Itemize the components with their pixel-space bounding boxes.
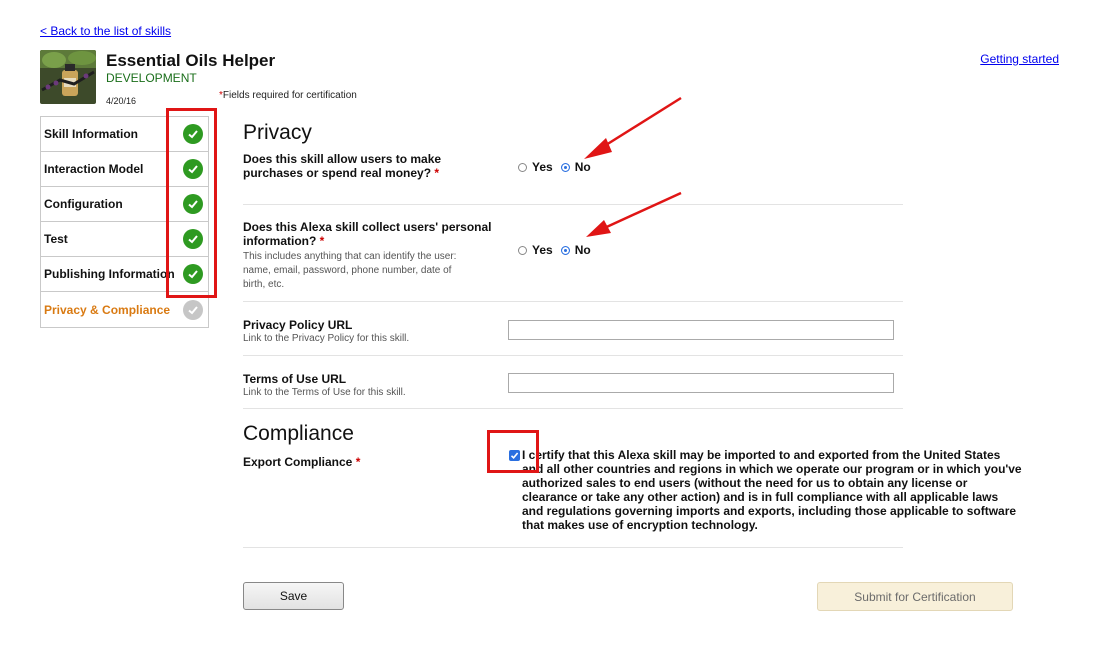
question-line: information? * xyxy=(243,234,325,248)
compliance-section-title: Compliance xyxy=(243,422,354,445)
compliance-line: that makes use of encryption technology. xyxy=(522,518,758,532)
export-compliance-text: I certify that this Alexa skill may be i… xyxy=(522,448,1042,532)
skill-date: 4/20/16 xyxy=(106,96,137,106)
sidebar-item-label: Publishing Information xyxy=(44,267,175,281)
help-line: This includes anything that can identify… xyxy=(243,251,457,262)
required-note-text: Fields required for certification xyxy=(222,90,357,101)
save-button[interactable]: Save xyxy=(243,582,344,610)
skill-name: Essential Oils Helper xyxy=(106,51,276,70)
compliance-line: clearance or take any other action) and … xyxy=(522,490,999,504)
privacy-section-title: Privacy xyxy=(243,121,312,144)
question-line: Does this skill allow users to make xyxy=(243,152,442,166)
question-line: Does this Alexa skill collect users' per… xyxy=(243,220,492,234)
radio-label-yes: Yes xyxy=(532,160,553,174)
privacy-policy-label: Privacy Policy URL xyxy=(243,318,353,332)
required-fields-note: *Fields required for certification xyxy=(219,90,357,101)
annotation-arrows xyxy=(584,96,682,237)
divider xyxy=(243,547,903,548)
compliance-line: and all other countries and regions in w… xyxy=(522,462,1022,476)
personal-info-question: Does this Alexa skill collect users' per… xyxy=(243,220,503,248)
annotation-highlight-box xyxy=(487,430,539,473)
sidebar-item-label: Configuration xyxy=(44,197,123,211)
radio-label-yes: Yes xyxy=(532,243,553,257)
terms-of-use-url-input[interactable] xyxy=(508,373,894,393)
export-compliance-label: Export Compliance * xyxy=(243,455,361,469)
personal-info-yes-radio[interactable] xyxy=(518,245,527,255)
submit-for-certification-button[interactable]: Submit for Certification xyxy=(817,582,1013,611)
compliance-line: and regulations governing imports and ex… xyxy=(522,504,1017,518)
divider xyxy=(243,355,903,356)
help-line: birth, etc. xyxy=(243,279,285,290)
skill-icon-image xyxy=(40,50,96,104)
sidebar-item-label: Privacy & Compliance xyxy=(44,302,171,317)
arrow-head xyxy=(586,220,611,237)
divider xyxy=(243,301,903,302)
privacy-policy-help: Link to the Privacy Policy for this skil… xyxy=(243,333,410,344)
compliance-line: authorized sales to end users (without t… xyxy=(522,476,968,490)
annotation-arrow xyxy=(597,96,682,152)
purchases-yes-radio[interactable] xyxy=(518,162,527,172)
divider xyxy=(243,408,903,409)
question-line: purchases or spend real money? * xyxy=(243,166,440,180)
personal-info-help: This includes anything that can identify… xyxy=(243,250,503,292)
purchases-question: Does this skill allow users to make purc… xyxy=(243,152,493,180)
annotation-arrow xyxy=(599,191,682,232)
annotation-highlight-box xyxy=(166,108,217,298)
sidebar-item-label: Test xyxy=(44,232,68,246)
compliance-line: I certify that this Alexa skill may be i… xyxy=(522,448,1001,462)
skill-stage: DEVELOPMENT xyxy=(106,71,197,85)
terms-of-use-label: Terms of Use URL xyxy=(243,372,347,386)
sidebar-item-label: Skill Information xyxy=(44,127,139,141)
back-to-skills-link[interactable]: < Back to the list of skills xyxy=(40,24,171,38)
terms-of-use-help: Link to the Terms of Use for this skill. xyxy=(243,387,406,398)
checkmark-icon xyxy=(183,299,203,320)
help-line: name, email, password, phone number, dat… xyxy=(243,265,452,276)
privacy-policy-url-input[interactable] xyxy=(508,320,894,340)
arrow-head xyxy=(584,138,612,159)
getting-started-link[interactable]: Getting started xyxy=(980,52,1059,66)
sidebar-item-label: Interaction Model xyxy=(44,162,144,176)
